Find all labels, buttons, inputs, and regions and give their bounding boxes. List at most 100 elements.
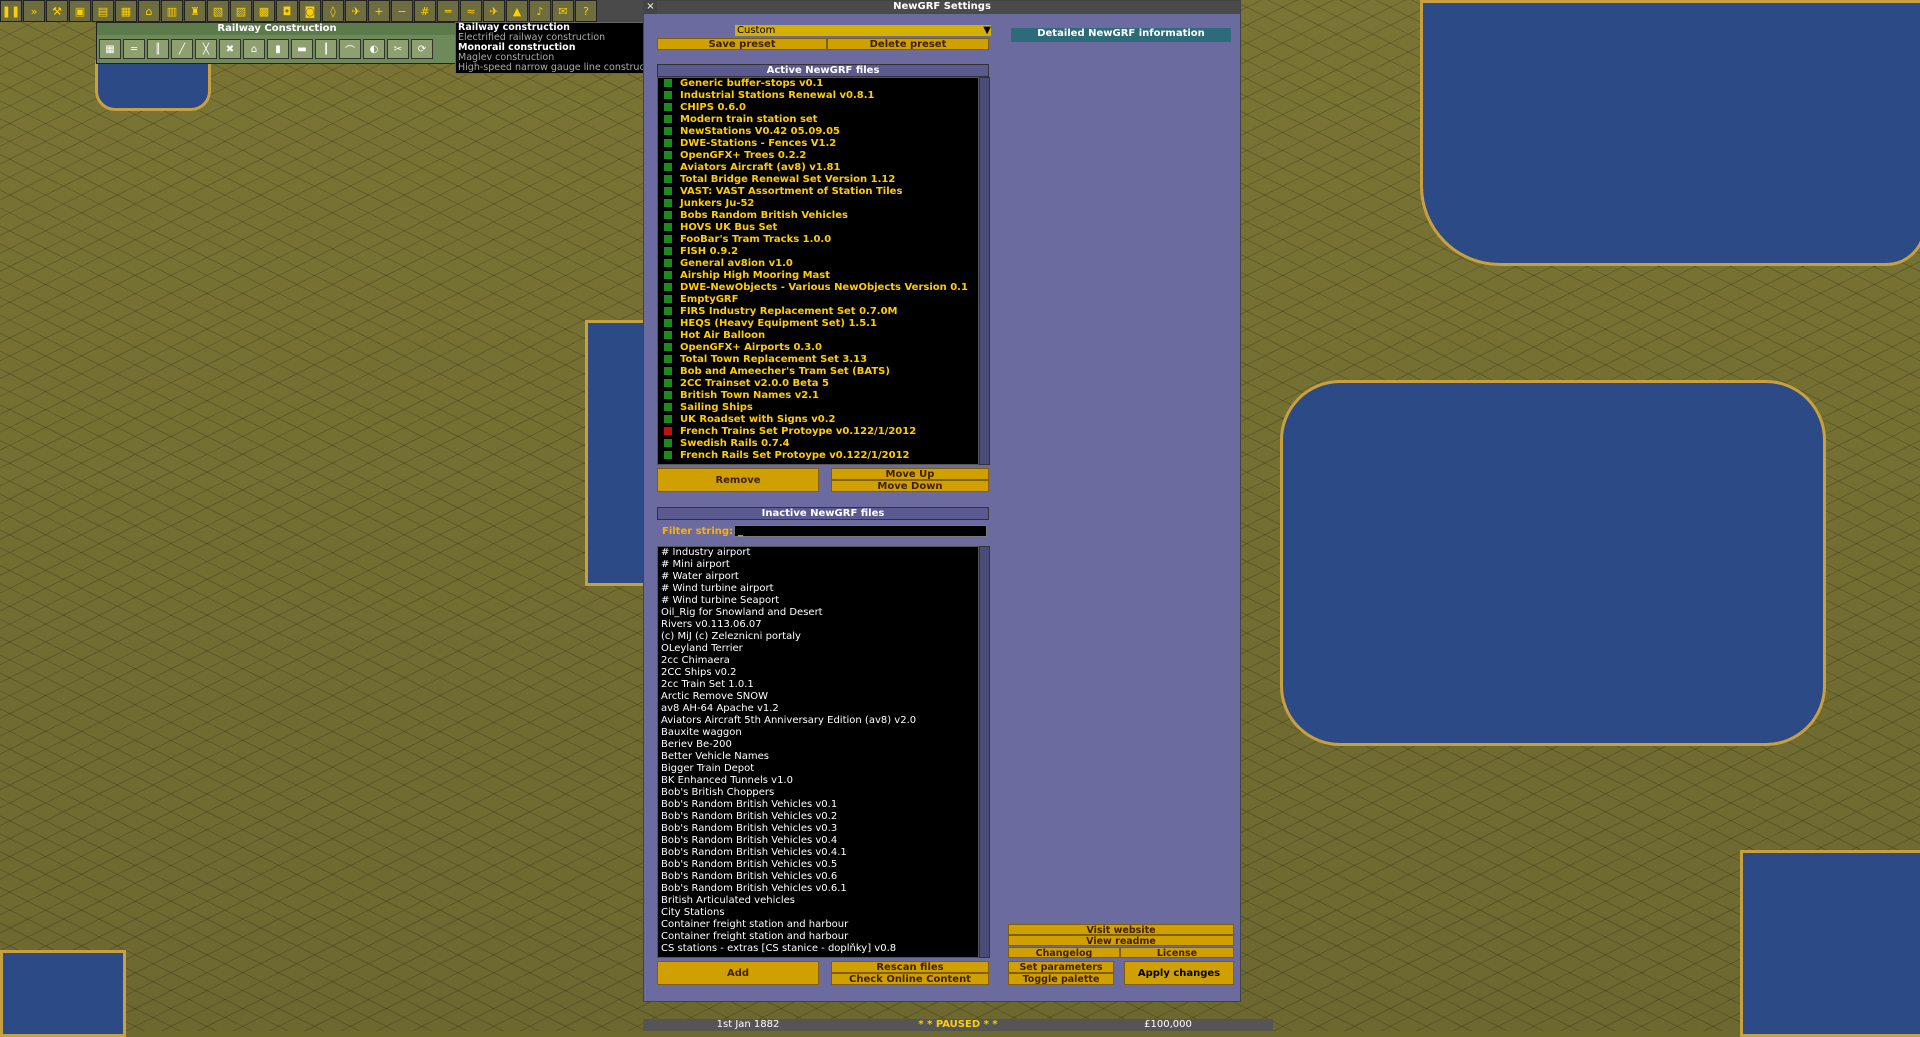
inactive-file-item[interactable]: Bob's Random British Vehicles v0.1 (658, 799, 978, 811)
toggle-palette-button[interactable]: Toggle palette (1008, 973, 1114, 985)
inactive-file-item[interactable]: Aviators Aircraft 5th Anniversary Editio… (658, 715, 978, 727)
inactive-file-item[interactable]: Rivers v0.113.06.07 (658, 619, 978, 631)
active-file-item[interactable]: OpenGFX+ Trees 0.2.2 (658, 150, 978, 162)
set-parameters-button[interactable]: Set parameters (1008, 961, 1114, 973)
active-file-item[interactable]: Swedish Rails 0.7.4 (658, 438, 978, 450)
inactive-file-item[interactable]: Bob's Random British Vehicles v0.6 (658, 871, 978, 883)
inactive-file-item[interactable]: (c) MiJ (c) Zeleznicni portaly (658, 631, 978, 643)
active-file-item[interactable]: Junkers Ju-52 (658, 198, 978, 210)
active-file-item[interactable]: Aviators Aircraft (av8) v1.81 (658, 162, 978, 174)
inactive-file-item[interactable]: 2CC Ships v0.2 (658, 667, 978, 679)
changelog-button[interactable]: Changelog (1008, 947, 1120, 959)
road-vehicle-icon[interactable]: ◘ (276, 0, 298, 22)
active-file-item[interactable]: CHIPS 0.6.0 (658, 102, 978, 114)
move-up-button[interactable]: Move Up (831, 468, 989, 480)
inactive-file-item[interactable]: Bob's Random British Vehicles v0.5 (658, 859, 978, 871)
inactive-file-item[interactable]: Bob's Random British Vehicles v0.3 (658, 823, 978, 835)
inactive-file-item[interactable]: Beriev Be-200 (658, 739, 978, 751)
inactive-file-item[interactable]: av8 AH-64 Apache v1.2 (658, 703, 978, 715)
rail-ns-icon[interactable]: ═ (123, 39, 145, 59)
airport-build-icon[interactable]: ✈ (483, 0, 505, 22)
inactive-file-item[interactable]: # Mini airport (658, 559, 978, 571)
inactive-file-item[interactable]: Bauxite waggon (658, 727, 978, 739)
rail-build-icon[interactable]: # (414, 0, 436, 22)
preset-select[interactable]: Custom ▼ (735, 25, 991, 36)
inactive-file-item[interactable]: # Wind turbine Seaport (658, 595, 978, 607)
help-icon[interactable]: ? (575, 0, 597, 22)
water-build-icon[interactable]: ≈ (460, 0, 482, 22)
inactive-file-item[interactable]: # Industry airport (658, 547, 978, 559)
demolish-icon[interactable]: ✖ (219, 39, 241, 59)
filter-input[interactable]: _ (734, 525, 987, 537)
signal-icon[interactable]: ┃ (315, 39, 337, 59)
tunnel-icon[interactable]: ◐ (363, 39, 385, 59)
active-file-item[interactable]: DWE-Stations - Fences V1.2 (658, 138, 978, 150)
train-icon[interactable]: ▩ (253, 0, 275, 22)
inactive-file-item[interactable]: OLeyland Terrier (658, 643, 978, 655)
industry-icon[interactable]: ▨ (230, 0, 252, 22)
inactive-file-item[interactable]: Bob's Random British Vehicles v0.4.1 (658, 847, 978, 859)
inactive-file-item[interactable]: BK Enhanced Tunnels v1.0 (658, 775, 978, 787)
active-file-item[interactable]: French Trains Set Protoype v0.122/1/2012 (658, 426, 978, 438)
inactive-file-item[interactable]: 2cc Train Set 1.0.1 (658, 679, 978, 691)
delete-preset-button[interactable]: Delete preset (827, 38, 989, 50)
active-file-item[interactable]: Modern train station set (658, 114, 978, 126)
save-icon[interactable]: ▣ (69, 0, 91, 22)
active-file-item[interactable]: Airship High Mooring Mast (658, 270, 978, 282)
rail-track-icon[interactable]: ▦ (99, 39, 121, 59)
inactive-scrollbar[interactable] (979, 546, 990, 958)
zoom-out-icon[interactable]: − (391, 0, 413, 22)
depot-icon[interactable]: ⌂ (243, 39, 265, 59)
active-file-item[interactable]: Bob and Ameecher's Tram Set (BATS) (658, 366, 978, 378)
aircraft-icon[interactable]: ✈ (345, 0, 367, 22)
waypoint-icon[interactable]: ▮ (267, 39, 289, 59)
station-icon[interactable]: ▬ (291, 39, 313, 59)
active-file-item[interactable]: Generic buffer-stops v0.1 (658, 78, 978, 90)
add-button[interactable]: Add (657, 961, 819, 985)
road-build-icon[interactable]: ═ (437, 0, 459, 22)
league-icon[interactable]: ▧ (207, 0, 229, 22)
stations-icon[interactable]: ⌂ (138, 0, 160, 22)
active-file-item[interactable]: General av8ion v1.0 (658, 258, 978, 270)
active-file-item[interactable]: OpenGFX+ Airports 0.3.0 (658, 342, 978, 354)
tram-icon[interactable]: ◙ (299, 0, 321, 22)
close-icon[interactable]: × (644, 1, 657, 14)
active-file-item[interactable]: HOVS UK Bus Set (658, 222, 978, 234)
inactive-file-item[interactable]: Bigger Train Depot (658, 763, 978, 775)
remove-icon[interactable]: ✂ (387, 39, 409, 59)
move-down-button[interactable]: Move Down (831, 480, 989, 492)
rescan-files-button[interactable]: Rescan files (831, 961, 989, 973)
remove-button[interactable]: Remove (657, 468, 819, 492)
fast-forward-icon[interactable]: » (23, 0, 45, 22)
active-file-item[interactable]: 2CC Trainset v2.0.0 Beta 5 (658, 378, 978, 390)
check-online-content-button[interactable]: Check Online Content (831, 973, 989, 985)
active-file-item[interactable]: FIRS Industry Replacement Set 0.7.0M (658, 306, 978, 318)
inactive-file-item[interactable]: # Wind turbine airport (658, 583, 978, 595)
rail-auto-icon[interactable]: ╳ (195, 39, 217, 59)
trophy-icon[interactable]: ♜ (184, 0, 206, 22)
inactive-file-item[interactable]: Container freight station and harbour (658, 931, 978, 943)
inactive-file-item[interactable]: Arctic Remove SNOW (658, 691, 978, 703)
inactive-file-item[interactable]: City Stations (658, 907, 978, 919)
inactive-file-item[interactable]: Bob's Random British Vehicles v0.6.1 (658, 883, 978, 895)
inactive-file-item[interactable]: Better Vehicle Names (658, 751, 978, 763)
active-file-item[interactable]: VAST: VAST Assortment of Station Tiles (658, 186, 978, 198)
active-file-item[interactable]: Bobs Random British Vehicles (658, 210, 978, 222)
active-file-item[interactable]: UK Roadset with Signs v0.2 (658, 414, 978, 426)
active-file-item[interactable]: DWE-NewObjects - Various NewObjects Vers… (658, 282, 978, 294)
active-file-item[interactable]: Sailing Ships (658, 402, 978, 414)
visit-website-button[interactable]: Visit website (1008, 924, 1234, 936)
landscape-icon[interactable]: ▲ (506, 0, 528, 22)
inactive-file-item[interactable]: British Articulated vehicles (658, 895, 978, 907)
rail-diag-icon[interactable]: ╱ (171, 39, 193, 59)
active-file-item[interactable]: HEQS (Heavy Equipment Set) 1.5.1 (658, 318, 978, 330)
bridge-icon[interactable]: ⌒ (339, 39, 361, 59)
ship-icon[interactable]: ◊ (322, 0, 344, 22)
music-icon[interactable]: ♪ (529, 0, 551, 22)
active-file-item[interactable]: Total Bridge Renewal Set Version 1.12 (658, 174, 978, 186)
inactive-file-item[interactable]: # Water airport (658, 571, 978, 583)
active-file-item[interactable]: French Rails Set Protoype v0.122/1/2012 (658, 450, 978, 462)
zoom-in-icon[interactable]: + (368, 0, 390, 22)
active-file-item[interactable]: FISH 0.9.2 (658, 246, 978, 258)
convert-rail-icon[interactable]: ⟳ (411, 39, 433, 59)
